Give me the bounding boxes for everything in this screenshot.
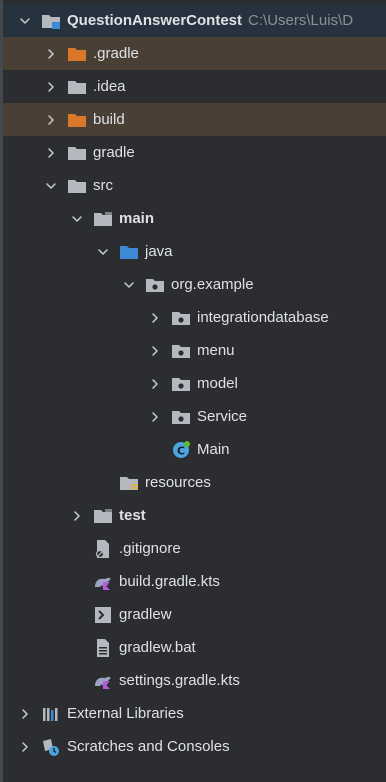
tree-node-integrationdatabase[interactable]: integrationdatabase bbox=[3, 301, 386, 334]
tree-node-label: model bbox=[197, 375, 238, 392]
chevron-down-icon[interactable] bbox=[45, 169, 57, 202]
tree-node-label: .idea bbox=[93, 78, 126, 95]
text-file-icon bbox=[93, 638, 113, 658]
package-icon bbox=[171, 407, 191, 427]
chevron-right-icon[interactable] bbox=[149, 400, 161, 433]
source-root-folder-icon bbox=[119, 242, 139, 262]
tree-node-org-example[interactable]: org.example bbox=[3, 268, 386, 301]
tree-node-idea[interactable]: .idea bbox=[3, 70, 386, 103]
chevron-right-icon[interactable] bbox=[45, 103, 57, 136]
tree-node-label: java bbox=[145, 243, 173, 260]
resources-folder-icon bbox=[119, 473, 139, 493]
tree-node-test[interactable]: test bbox=[3, 499, 386, 532]
source-set-folder-icon bbox=[93, 506, 113, 526]
chevron-down-icon[interactable] bbox=[123, 268, 135, 301]
tree-node-menu[interactable]: menu bbox=[3, 334, 386, 367]
package-icon bbox=[145, 275, 165, 295]
tree-node-label: gradlew.bat bbox=[119, 639, 196, 656]
tree-node-label: gradlew bbox=[119, 606, 172, 623]
tree-node-gradle[interactable]: gradle bbox=[3, 136, 386, 169]
tree-node-gitignore[interactable]: .gitignore bbox=[3, 532, 386, 565]
java-class-icon: C bbox=[171, 440, 191, 460]
tree-node-gradle-hidden[interactable]: .gradle bbox=[3, 37, 386, 70]
folder-icon bbox=[67, 143, 87, 163]
tree-node-main-class[interactable]: C Main bbox=[3, 433, 386, 466]
chevron-right-icon[interactable] bbox=[19, 697, 31, 730]
scratches-icon bbox=[41, 737, 61, 757]
chevron-right-icon[interactable] bbox=[149, 367, 161, 400]
tree-node-gradlew[interactable]: gradlew bbox=[3, 598, 386, 631]
tree-node-build[interactable]: build bbox=[3, 103, 386, 136]
tree-node-label: Scratches and Consoles bbox=[67, 738, 230, 755]
tree-node-resources[interactable]: resources bbox=[3, 466, 386, 499]
tree-node-label: gradle bbox=[93, 144, 135, 161]
tree-node-label: External Libraries bbox=[67, 705, 184, 722]
package-icon bbox=[171, 374, 191, 394]
tree-node-main[interactable]: main bbox=[3, 202, 386, 235]
chevron-down-icon[interactable] bbox=[19, 4, 31, 37]
shell-script-icon bbox=[93, 605, 113, 625]
tree-node-service[interactable]: Service bbox=[3, 400, 386, 433]
tree-node-label: integrationdatabase bbox=[197, 309, 329, 326]
chevron-right-icon[interactable] bbox=[71, 499, 83, 532]
tree-node-label: .gitignore bbox=[119, 540, 181, 557]
package-icon bbox=[171, 341, 191, 361]
tree-node-label: org.example bbox=[171, 276, 254, 293]
tree-node-label: menu bbox=[197, 342, 235, 359]
tree-node-scratches[interactable]: Scratches and Consoles bbox=[3, 730, 386, 763]
chevron-right-icon[interactable] bbox=[149, 301, 161, 334]
chevron-down-icon[interactable] bbox=[71, 202, 83, 235]
tree-node-label: resources bbox=[145, 474, 211, 491]
tree-node-label: .gradle bbox=[93, 45, 139, 62]
project-tree: QuestionAnswerContest C:\Users\Luis\D .gra… bbox=[0, 0, 386, 782]
excluded-folder-icon bbox=[67, 110, 87, 130]
ignore-file-icon bbox=[93, 539, 113, 559]
folder-icon bbox=[67, 176, 87, 196]
tree-node-src[interactable]: src bbox=[3, 169, 386, 202]
tree-node-label: QuestionAnswerContest bbox=[67, 12, 243, 29]
tree-node-model[interactable]: model bbox=[3, 367, 386, 400]
gradle-kts-icon bbox=[93, 572, 113, 592]
source-set-folder-icon bbox=[93, 209, 113, 229]
tree-node-label: src bbox=[93, 177, 113, 194]
tree-node-gradlew-bat[interactable]: gradlew.bat bbox=[3, 631, 386, 664]
tree-node-label: test bbox=[119, 507, 146, 524]
tree-node-label: build.gradle.kts bbox=[119, 573, 220, 590]
chevron-right-icon[interactable] bbox=[149, 334, 161, 367]
tree-node-build-gradle-kts[interactable]: build.gradle.kts bbox=[3, 565, 386, 598]
tree-node-label: build bbox=[93, 111, 125, 128]
tree-node-settings-gradle-kts[interactable]: settings.gradle.kts bbox=[3, 664, 386, 697]
project-path: C:\Users\Luis\D bbox=[248, 12, 354, 29]
chevron-right-icon[interactable] bbox=[19, 730, 31, 763]
svg-text:C: C bbox=[177, 444, 185, 457]
libraries-icon bbox=[41, 704, 61, 724]
folder-icon bbox=[67, 77, 87, 97]
gradle-kts-icon bbox=[93, 671, 113, 691]
package-icon bbox=[171, 308, 191, 328]
tree-node-label: Main bbox=[197, 441, 230, 458]
tree-node-label: settings.gradle.kts bbox=[119, 672, 240, 689]
tree-node-java[interactable]: java bbox=[3, 235, 386, 268]
chevron-right-icon[interactable] bbox=[45, 70, 57, 103]
chevron-right-icon[interactable] bbox=[45, 136, 57, 169]
module-folder-icon bbox=[41, 11, 61, 31]
tree-node-external-libraries[interactable]: External Libraries bbox=[3, 697, 386, 730]
tree-node-label: main bbox=[119, 210, 155, 227]
chevron-right-icon[interactable] bbox=[45, 37, 57, 70]
chevron-down-icon[interactable] bbox=[97, 235, 109, 268]
tree-node-label: Service bbox=[197, 408, 248, 425]
tree-node-root[interactable]: QuestionAnswerContest C:\Users\Luis\D bbox=[3, 4, 386, 37]
excluded-folder-icon bbox=[67, 44, 87, 64]
